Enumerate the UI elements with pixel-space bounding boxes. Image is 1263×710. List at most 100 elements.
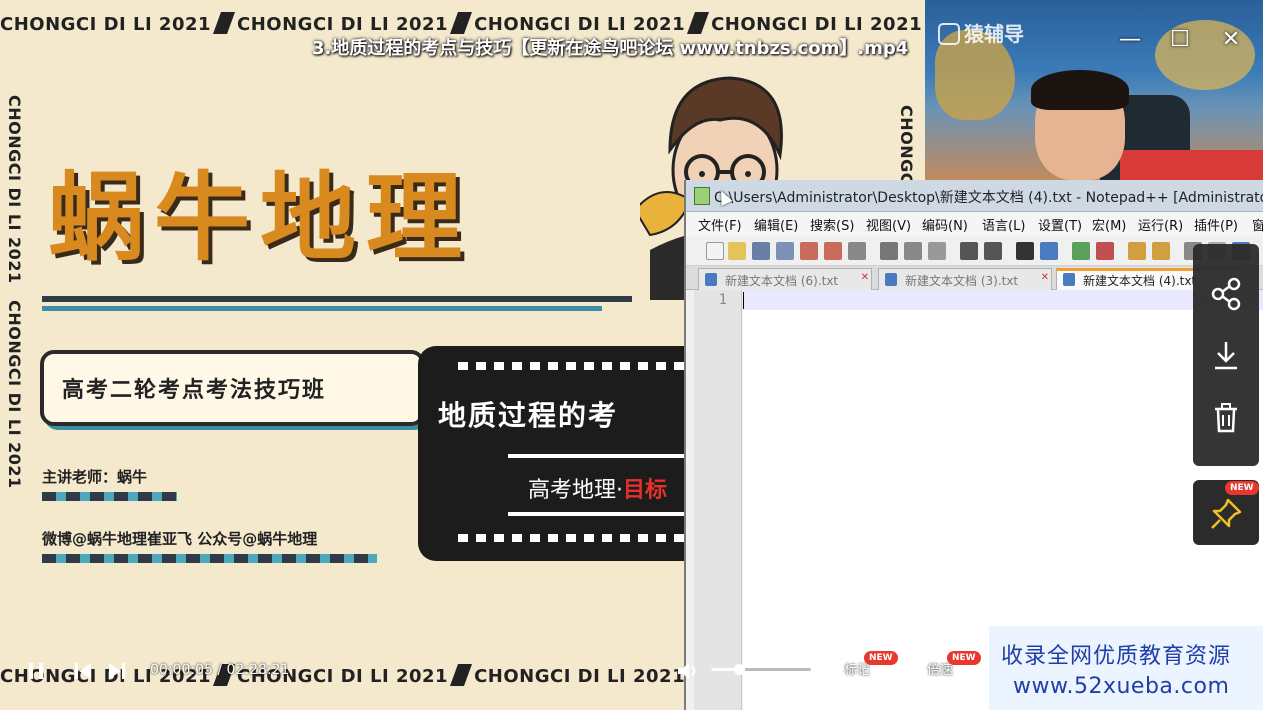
current-time: 00:00:05: [150, 662, 213, 678]
new-badge: NEW: [864, 651, 898, 665]
cut-icon[interactable]: [880, 242, 898, 260]
tab-label: 新建文本文档 (4).txt: [1083, 274, 1197, 288]
logo-text: 猿辅导: [964, 22, 1024, 46]
find-icon[interactable]: [1016, 242, 1034, 260]
presenter-hair: [1031, 70, 1129, 110]
open-file-icon[interactable]: [728, 242, 746, 260]
course-badge: 高考二轮考点考法技巧班: [40, 350, 425, 426]
redo-icon[interactable]: [984, 242, 1002, 260]
menu-run[interactable]: 运行(R): [1138, 215, 1183, 234]
lesson-title: 地质过程的考: [438, 399, 619, 432]
file-icon: [705, 273, 717, 286]
notepad-tabbar: 新建文本文档 (6).txt ✕ 新建文本文档 (3).txt ✕ 新建文本文档…: [686, 266, 1263, 290]
lesson-card: 地质过程的考 高考地理·目标: [418, 346, 708, 561]
logo-icon: [938, 23, 960, 45]
time-display: 00:00:05 / 02:28:21: [150, 662, 289, 678]
menu-view[interactable]: 视图(V): [866, 215, 911, 234]
shirt: [1120, 150, 1263, 180]
slide-left-strip: CHONGCI DI LI 2021 CHONGCI DI LI 2021: [2, 95, 26, 489]
stripe-bar: [42, 554, 377, 563]
volume-slider-handle[interactable]: [734, 664, 745, 675]
pin-icon[interactable]: [1208, 496, 1244, 532]
line-number: 1: [718, 292, 727, 308]
menu-plugins[interactable]: 插件(P): [1194, 215, 1238, 234]
save-icon[interactable]: [752, 242, 770, 260]
strip-text: CHONGCI DI LI 2021: [0, 14, 212, 35]
watermark-box: 收录全网优质教育资源 www.52xueba.com: [989, 626, 1263, 710]
new-file-icon[interactable]: [706, 242, 724, 260]
strip-text: CHONGCI DI LI 2021: [474, 14, 686, 35]
close-all-icon[interactable]: [824, 242, 842, 260]
slide-bottom-strip: CHONGCI DI LI 2021 CHONGCI DI LI 2021 CHON…: [0, 664, 700, 704]
volume-icon[interactable]: [676, 660, 702, 682]
watermark-line-2: www.52xueba.com: [1013, 674, 1230, 699]
next-icon[interactable]: [106, 660, 128, 682]
tab-label: 新建文本文档 (6).txt: [725, 274, 839, 288]
pin-panel: NEW: [1193, 480, 1259, 545]
strip-text: CHONGCI DI LI 2021: [5, 300, 24, 489]
close-file-icon[interactable]: [800, 242, 818, 260]
course-name: 高考二轮考点考法技巧班: [62, 378, 327, 403]
slash-mark: [213, 12, 236, 34]
sync-v-icon[interactable]: [1128, 242, 1146, 260]
divider: [508, 512, 698, 516]
marker-label: 标记: [843, 663, 870, 678]
notepad-titlebar[interactable]: C:\Users\Administrator\Desktop\新建文本文档 (4…: [686, 180, 1263, 212]
share-icon[interactable]: [1206, 274, 1246, 314]
trash-icon[interactable]: [1206, 398, 1246, 438]
previous-icon[interactable]: [72, 660, 94, 682]
sync-h-icon[interactable]: [1152, 242, 1170, 260]
print-icon[interactable]: [848, 242, 866, 260]
watermark-line-1: 收录全网优质教育资源: [1001, 644, 1232, 669]
teacher-label: 主讲老师：蜗牛: [42, 468, 148, 486]
menu-search[interactable]: 搜索(S): [810, 215, 854, 234]
undo-icon[interactable]: [960, 242, 978, 260]
download-icon[interactable]: [1206, 336, 1246, 376]
maximize-icon[interactable]: ☐: [1166, 26, 1194, 54]
notepad-menubar: 文件(F) 编辑(E) 搜索(S) 视图(V) 编码(N) 语言(L) 设置(T…: [686, 212, 1263, 236]
lesson-subject: 高考地理·目标: [528, 472, 667, 504]
new-badge: NEW: [1225, 481, 1259, 495]
duration: 02:28:21: [226, 662, 290, 678]
subject-suffix: 目标: [623, 478, 668, 503]
menu-encoding[interactable]: 编码(N): [922, 215, 968, 234]
video-title: 3.地质过程的考点与技巧【更新在途鸟吧论坛 www.tnbzs.com】.mp4: [312, 38, 909, 59]
save-all-icon[interactable]: [776, 242, 794, 260]
menu-window[interactable]: 窗: [1252, 215, 1263, 234]
line-number-gutter: 1: [694, 290, 742, 710]
social-label: 微博@蜗牛地理崔亚飞 公众号@蜗牛地理: [42, 530, 318, 548]
video-player[interactable]: CHONGCI DI LI 2021 CHONGCI DI LI 2021 CHON…: [0, 0, 1263, 710]
file-icon: [1063, 273, 1075, 286]
paste-icon[interactable]: [928, 242, 946, 260]
menu-settings[interactable]: 设置(T): [1038, 215, 1082, 234]
menu-edit[interactable]: 编辑(E): [754, 215, 798, 234]
minimize-icon[interactable]: —: [1116, 26, 1144, 54]
strip-text: CHONGCI DI LI 2021: [474, 666, 686, 687]
tab-close-icon[interactable]: ✕: [1041, 272, 1049, 283]
tab-file-6[interactable]: 新建文本文档 (6).txt ✕: [698, 268, 872, 290]
file-icon: [885, 273, 897, 286]
slash-mark: [687, 12, 710, 34]
tab-file-3[interactable]: 新建文本文档 (3).txt ✕: [878, 268, 1052, 290]
copy-icon[interactable]: [904, 242, 922, 260]
menu-language[interactable]: 语言(L): [982, 215, 1025, 234]
divider: [42, 306, 602, 311]
webcam-logo: 猿辅导: [938, 18, 1024, 47]
replace-icon[interactable]: [1040, 242, 1058, 260]
menu-macro[interactable]: 宏(M): [1092, 215, 1126, 234]
zoom-in-icon[interactable]: [1072, 242, 1090, 260]
strip-text: CHONGCI DI LI 2021: [711, 14, 923, 35]
side-action-panel: [1193, 244, 1259, 466]
close-icon[interactable]: ✕: [1217, 26, 1245, 54]
current-line-highlight: [743, 290, 1263, 310]
speed-label: 倍速: [926, 663, 953, 678]
pause-icon[interactable]: [26, 660, 46, 682]
notepad-toolbar: [686, 236, 1263, 266]
zoom-out-icon[interactable]: [1096, 242, 1114, 260]
stripe-bar: [42, 492, 177, 501]
time-separator: /: [217, 662, 223, 678]
dash-line: [458, 362, 688, 370]
subject-prefix: 高考地理·: [528, 478, 623, 503]
menu-file[interactable]: 文件(F): [698, 215, 742, 234]
tab-close-icon[interactable]: ✕: [861, 272, 869, 283]
